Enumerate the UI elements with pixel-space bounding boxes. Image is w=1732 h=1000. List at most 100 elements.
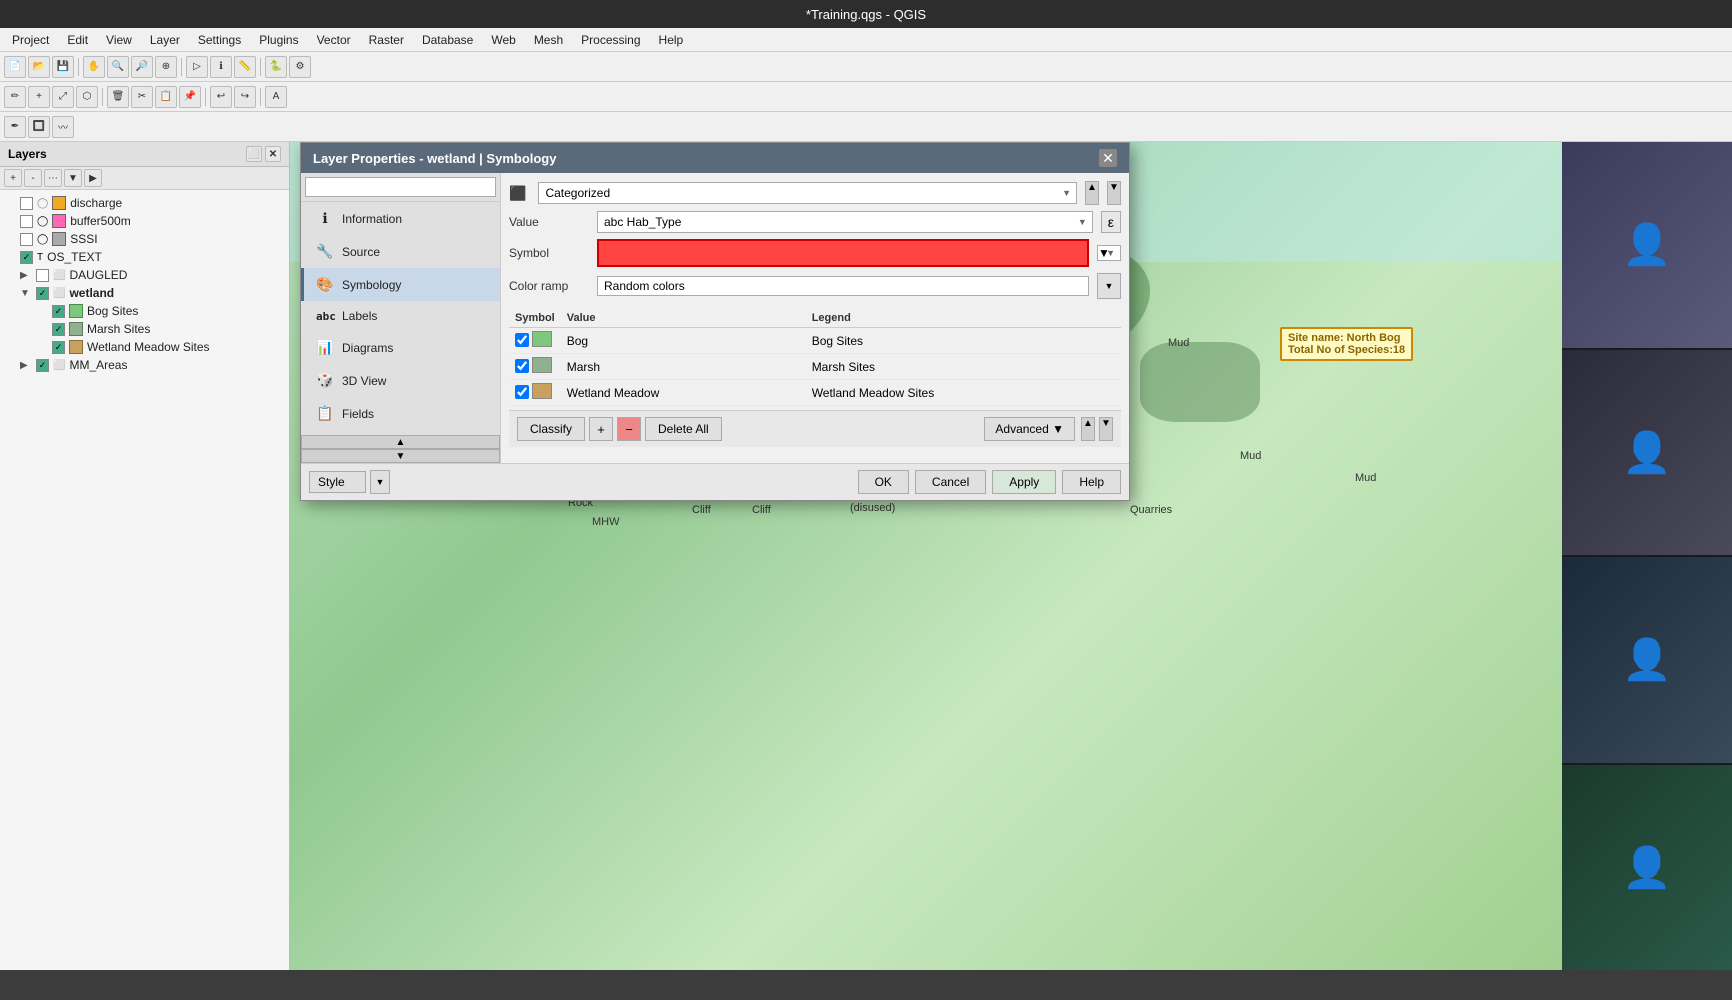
color-ramp-dropdown-btn[interactable]: ▼ [1097,273,1121,299]
expand-all-btn[interactable]: ▼ [64,169,82,187]
remove-layer-btn[interactable]: - [24,169,42,187]
zoom-extent-btn[interactable]: ⊕ [155,56,177,78]
python-btn[interactable]: 🐍 [265,56,287,78]
sidebar-scroll-down[interactable]: ▼ [301,449,500,463]
classify-btn[interactable]: Classify [517,417,585,441]
renderer-scroll-down[interactable]: ▼ [1107,181,1121,205]
zoom-out-btn[interactable]: 🔎 [131,56,153,78]
redo-btn[interactable]: ↪ [234,86,256,108]
sym-cb-bog[interactable] [515,333,529,347]
copy-btn[interactable]: 📋 [155,86,177,108]
layers-close-btn[interactable]: ✕ [265,146,281,162]
layer-expand-wetland[interactable]: ▼ [20,288,32,299]
add-feature-btn[interactable]: + [28,86,50,108]
ok-btn[interactable]: OK [858,470,909,494]
map-area[interactable]: Site name: Carew MarshTotal No of Specie… [290,142,1562,970]
value-expression-btn[interactable]: ε [1101,211,1121,233]
props-nav-fields[interactable]: 📋 Fields [301,397,500,430]
layer-cb-mm-areas[interactable]: ✓ [36,359,49,372]
sym-cb-wetland-meadow[interactable] [515,385,529,399]
layer-cb-wetland[interactable]: ✓ [36,287,49,300]
layer-cb-discharge[interactable] [20,197,33,210]
symbol-preview[interactable] [597,239,1089,267]
value-select[interactable]: abc Hab_Type [597,211,1093,233]
advanced-btn[interactable]: Advanced ▼ [984,417,1075,441]
menu-item-settings[interactable]: Settings [190,31,249,49]
layer-item-discharge[interactable]: ◯ discharge [0,194,289,212]
apply-btn[interactable]: Apply [992,470,1056,494]
snap-btn[interactable]: 🔲 [28,116,50,138]
help-btn[interactable]: Help [1062,470,1121,494]
layer-item-bog-sites[interactable]: ✓ Bog Sites [0,302,289,320]
layer-item-sssi[interactable]: ◯ SSSI [0,230,289,248]
sidebar-scroll-up[interactable]: ▲ [301,435,500,449]
props-nav-3dview[interactable]: 🎲 3D View [301,364,500,397]
delete-btn[interactable]: 🗑 [107,86,129,108]
filter-btn[interactable]: ⋯ [44,169,62,187]
layer-props-close-btn[interactable]: ✕ [1099,149,1117,167]
renderer-select[interactable]: Categorized [538,182,1077,204]
node-tool-btn[interactable]: ⬡ [76,86,98,108]
measure-btn[interactable]: 📏 [234,56,256,78]
digitize-btn[interactable]: ✒ [4,116,26,138]
style-dropdown-btn[interactable]: ▼ [370,470,390,494]
menu-item-mesh[interactable]: Mesh [526,31,571,49]
add-layer-btn[interactable]: + [4,169,22,187]
menu-item-plugins[interactable]: Plugins [251,31,306,49]
layer-cb-bog-sites[interactable]: ✓ [52,305,65,318]
layer-item-mm-areas[interactable]: ▶ ✓ ⬜ MM_Areas [0,356,289,374]
edit-btn[interactable]: ✏ [4,86,26,108]
props-nav-labels[interactable]: abc Labels [301,301,500,331]
layer-item-buffer500m[interactable]: ◯ buffer500m [0,212,289,230]
layer-item-wetland[interactable]: ▼ ✓ ⬜ wetland [0,284,289,302]
menu-item-raster[interactable]: Raster [361,31,412,49]
cancel-btn[interactable]: Cancel [915,470,986,494]
symbol-select[interactable]: ▼ [1097,245,1121,261]
remove-category-btn[interactable]: − [617,417,641,441]
props-nav-symbology[interactable]: 🎨 Symbology [301,268,500,301]
layer-item-os-text[interactable]: ✓ T OS_TEXT [0,248,289,266]
layer-expand-daugled[interactable]: ▶ [20,270,32,281]
props-nav-source[interactable]: 🔧 Source [301,235,500,268]
layer-cb-daugled[interactable] [36,269,49,282]
style-select[interactable]: Style [309,471,366,493]
collapse-all-btn[interactable]: ▶ [84,169,102,187]
menu-item-project[interactable]: Project [4,31,57,49]
trace-btn[interactable]: 〰 [52,116,74,138]
props-nav-information[interactable]: ℹ Information [301,202,500,235]
actions-scroll-down[interactable]: ▼ [1099,417,1113,441]
actions-scroll-up[interactable]: ▲ [1081,417,1095,441]
menu-item-layer[interactable]: Layer [142,31,188,49]
props-search-input[interactable] [305,177,496,197]
new-project-btn[interactable]: 📄 [4,56,26,78]
open-btn[interactable]: 📂 [28,56,50,78]
processing-btn[interactable]: ⚙ [289,56,311,78]
save-btn[interactable]: 💾 [52,56,74,78]
layers-restore-btn[interactable]: ⬜ [246,146,262,162]
layer-expand-mm-areas[interactable]: ▶ [20,360,32,371]
layer-cb-buffer500m[interactable] [20,215,33,228]
zoom-in-btn[interactable]: 🔍 [107,56,129,78]
sym-cb-marsh[interactable] [515,359,529,373]
menu-item-edit[interactable]: Edit [59,31,96,49]
layer-item-daugled[interactable]: ▶ ⬜ DAUGLED [0,266,289,284]
menu-item-view[interactable]: View [98,31,140,49]
layer-item-marsh-sites[interactable]: ✓ Marsh Sites [0,320,289,338]
cut-btn[interactable]: ✂ [131,86,153,108]
layer-cb-sssi[interactable] [20,233,33,246]
color-ramp-preview[interactable]: Random colors [597,276,1089,296]
layer-item-wetland-meadow[interactable]: ✓ Wetland Meadow Sites [0,338,289,356]
undo-btn[interactable]: ↩ [210,86,232,108]
menu-item-web[interactable]: Web [483,31,523,49]
menu-item-database[interactable]: Database [414,31,481,49]
label-btn[interactable]: A [265,86,287,108]
select-btn[interactable]: ▷ [186,56,208,78]
add-category-btn[interactable]: + [589,417,613,441]
layer-cb-marsh-sites[interactable]: ✓ [52,323,65,336]
menu-item-processing[interactable]: Processing [573,31,648,49]
props-nav-diagrams[interactable]: 📊 Diagrams [301,331,500,364]
delete-all-btn[interactable]: Delete All [645,417,722,441]
paste-btn[interactable]: 📌 [179,86,201,108]
move-feature-btn[interactable]: ⤢ [52,86,74,108]
symbol-dropdown[interactable]: ▼ [1097,245,1121,261]
